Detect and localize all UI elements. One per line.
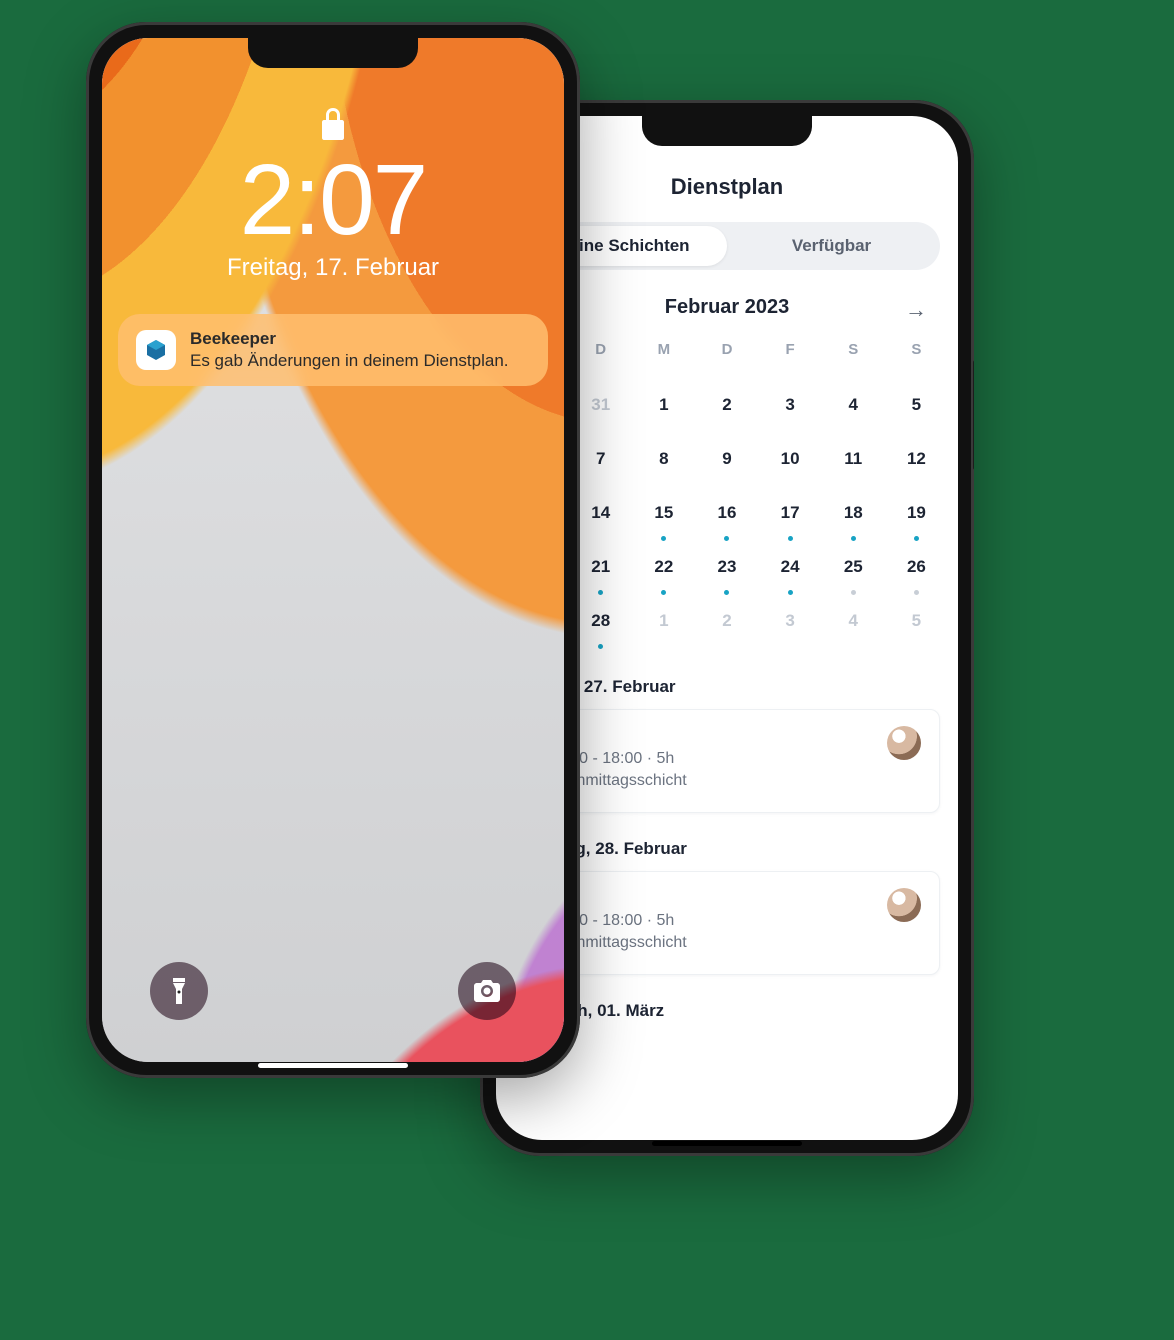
calendar-day[interactable]: 5: [885, 387, 948, 441]
calendar-day[interactable]: 25: [822, 549, 885, 603]
calendar-day[interactable]: 26: [885, 549, 948, 603]
calendar-dow: F: [759, 333, 822, 387]
calendar-day[interactable]: 3: [759, 603, 822, 657]
shift-time: 13:00 - 18:00 · 5h: [548, 750, 875, 768]
calendar-day[interactable]: 4: [822, 603, 885, 657]
shift-body: NM 13:00 - 18:00 · 5h Nachmittagsschicht: [548, 888, 875, 956]
calendar-day[interactable]: 10: [759, 441, 822, 495]
arrow-right-icon: →: [905, 297, 927, 323]
avatar: [887, 888, 921, 922]
calendar-day[interactable]: 2: [695, 387, 758, 441]
calendar-day[interactable]: 18: [822, 495, 885, 549]
notification-app-icon: [136, 330, 176, 370]
calendar-day[interactable]: 15: [632, 495, 695, 549]
notification-app-name: Beekeeper: [190, 328, 509, 350]
calendar-day[interactable]: 4: [822, 387, 885, 441]
flashlight-icon: [168, 978, 190, 1004]
calendar-day[interactable]: 2: [695, 603, 758, 657]
shift-body: NM 13:00 - 18:00 · 5h Nachmittagsschicht: [548, 726, 875, 794]
device-notch: [248, 38, 418, 68]
lock-screen: 2:07 Freitag, 17. Februar Beekeeper Es g…: [102, 38, 564, 1062]
side-button: [973, 360, 974, 470]
calendar-day[interactable]: 24: [759, 549, 822, 603]
notification-card[interactable]: Beekeeper Es gab Änderungen in deinem Di…: [118, 314, 548, 386]
flashlight-button[interactable]: [150, 962, 208, 1020]
calendar-dow: M: [632, 333, 695, 387]
next-month-button[interactable]: →: [902, 296, 930, 324]
calendar-day[interactable]: 22: [632, 549, 695, 603]
home-indicator[interactable]: [258, 1063, 408, 1068]
calendar-day[interactable]: 5: [885, 603, 948, 657]
lock-header: 2:07 Freitag, 17. Februar: [102, 38, 564, 282]
home-indicator[interactable]: [652, 1141, 802, 1146]
lock-icon: [321, 108, 345, 140]
calendar-day[interactable]: 9: [695, 441, 758, 495]
shift-role: Nachmittagsschicht: [548, 934, 875, 952]
calendar-day[interactable]: 3: [759, 387, 822, 441]
notification-body: Beekeeper Es gab Änderungen in deinem Di…: [190, 328, 509, 372]
device-notch: [642, 116, 812, 146]
lock-dock: [102, 962, 564, 1020]
calendar-day[interactable]: 1: [632, 603, 695, 657]
avatar: [887, 726, 921, 760]
phone-lockscreen: 2:07 Freitag, 17. Februar Beekeeper Es g…: [86, 22, 580, 1078]
notification-message: Es gab Änderungen in deinem Dienstplan.: [190, 350, 509, 372]
camera-button[interactable]: [458, 962, 516, 1020]
shift-role: Nachmittagsschicht: [548, 772, 875, 790]
calendar-day[interactable]: 11: [822, 441, 885, 495]
calendar-day[interactable]: 19: [885, 495, 948, 549]
lock-date: Freitag, 17. Februar: [227, 254, 439, 282]
calendar-dow: S: [822, 333, 885, 387]
shift-time: 13:00 - 18:00 · 5h: [548, 912, 875, 930]
calendar-day[interactable]: 17: [759, 495, 822, 549]
beekeeper-icon: [144, 338, 168, 362]
calendar-dow: S: [885, 333, 948, 387]
calendar-day[interactable]: 8: [632, 441, 695, 495]
shift-title: NM: [548, 888, 875, 908]
lock-time: 2:07: [240, 150, 427, 250]
calendar-dow: D: [695, 333, 758, 387]
calendar-day[interactable]: 1: [632, 387, 695, 441]
calendar-month-label: Februar 2023: [665, 296, 790, 319]
calendar-day[interactable]: 16: [695, 495, 758, 549]
calendar-day[interactable]: 12: [885, 441, 948, 495]
camera-icon: [474, 980, 500, 1002]
tab-available[interactable]: Verfügbar: [727, 226, 936, 266]
calendar-day[interactable]: 23: [695, 549, 758, 603]
shift-title: NM: [548, 726, 875, 746]
